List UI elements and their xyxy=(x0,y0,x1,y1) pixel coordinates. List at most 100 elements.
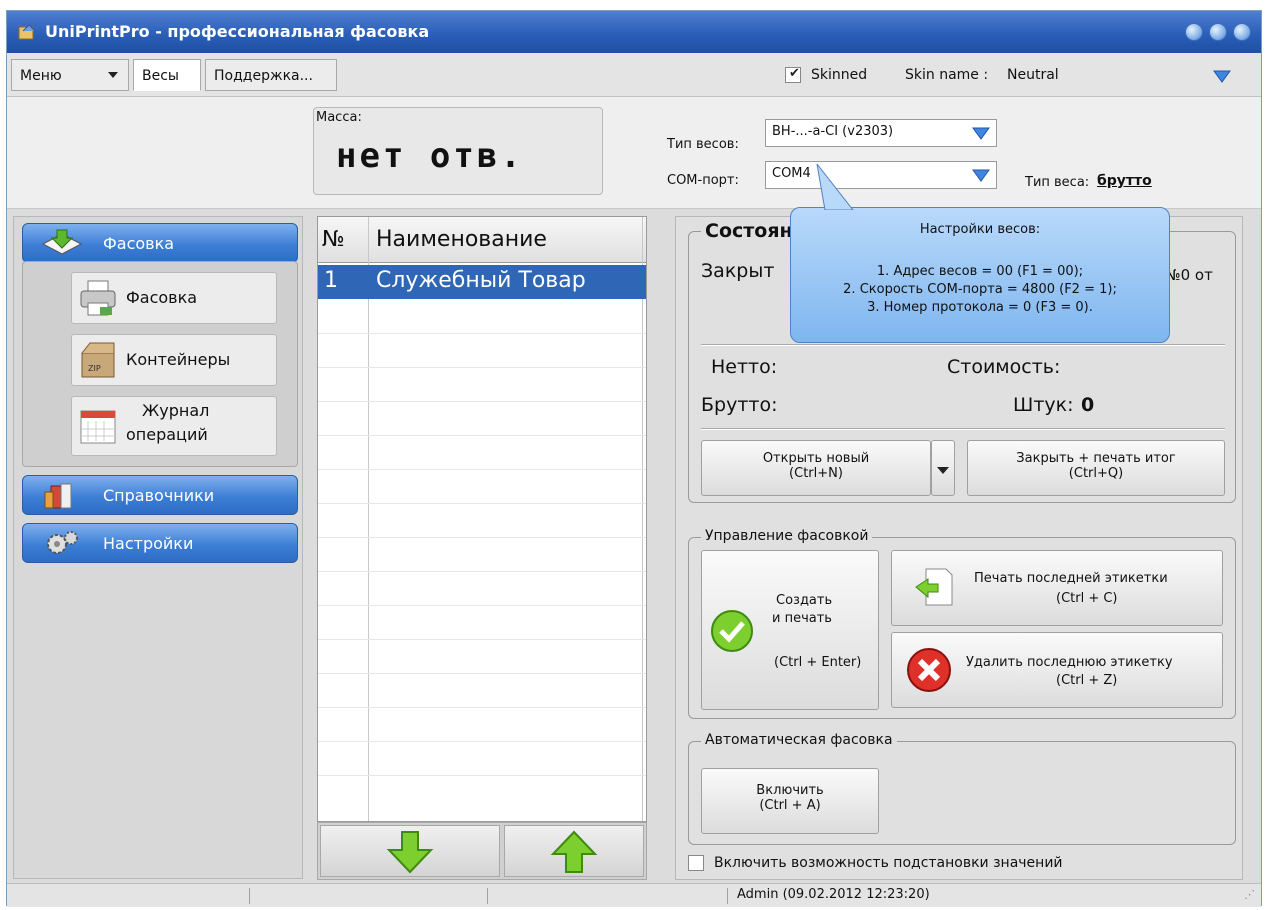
close-print-total-button[interactable]: Закрыть + печать итог (Ctrl+Q) xyxy=(967,440,1225,496)
tooltip-pointer xyxy=(816,164,854,210)
calendar-icon xyxy=(80,410,116,444)
grid-line xyxy=(318,469,646,470)
print-last-label-button[interactable]: Печать последней этикетки (Ctrl + C) xyxy=(891,550,1223,626)
column-separator xyxy=(642,217,643,821)
maximize-button[interactable] xyxy=(1209,23,1227,41)
gears-icon xyxy=(47,531,78,554)
row-name: Служебный Товар xyxy=(376,268,586,293)
nav-section-packing-label: Фасовка xyxy=(103,234,175,253)
scale-type-value: ВН-...-a-CI (v2303) xyxy=(772,124,894,139)
nav-item-containers-label: Контейнеры xyxy=(126,350,231,369)
list-move-bar xyxy=(317,822,647,880)
skinned-label: Skinned xyxy=(811,67,868,83)
cost-label: Стоимость: xyxy=(947,356,1061,378)
skin-name-value: Neutral xyxy=(1007,67,1059,83)
grid-line xyxy=(318,639,646,640)
svg-text:ZIP: ZIP xyxy=(88,364,101,373)
books-icon xyxy=(44,483,72,509)
scale-panel: Масса: нет отв. Тип весов: ВН-...-a-CI (… xyxy=(7,97,1261,209)
status-separator xyxy=(487,888,488,904)
close-print-line1: Закрыть + печать итог xyxy=(1016,451,1176,466)
container-status: Закрыт xyxy=(701,260,775,282)
tab-scales-label: Весы xyxy=(142,68,179,84)
column-header-number[interactable]: № xyxy=(322,227,345,252)
scale-type-label: Тип весов: xyxy=(667,137,739,152)
close-print-line2: (Ctrl+Q) xyxy=(1068,466,1124,481)
checkmark-icon: ✔ xyxy=(789,66,800,81)
com-port-select[interactable]: COM4 xyxy=(765,161,997,189)
open-new-dropdown-button[interactable] xyxy=(931,440,955,496)
nav-item-containers[interactable]: ZIP Контейнеры xyxy=(71,334,277,386)
window-title: UniPrintPro - профессиональная фасовка xyxy=(45,22,430,41)
create-and-print-button[interactable]: Создать и печать (Ctrl + Enter) xyxy=(701,550,879,710)
grid-line xyxy=(318,401,646,402)
nav-section-settings-label: Настройки xyxy=(103,534,194,553)
com-port-label: COM-порт: xyxy=(667,173,739,188)
open-new-line1: Открыть новый xyxy=(762,451,870,466)
move-down-button[interactable] xyxy=(320,825,500,877)
minimize-button[interactable] xyxy=(1185,23,1203,41)
grid-line xyxy=(318,333,646,334)
column-header-name[interactable]: Наименование xyxy=(376,227,547,252)
tooltip-line2: 2. Скорость COM-порта = 4800 (F2 = 1); xyxy=(843,282,1117,297)
main-window: UniPrintPro - профессиональная фасовка М… xyxy=(6,10,1262,907)
scale-type-select[interactable]: ВН-...-a-CI (v2303) xyxy=(765,119,997,147)
menu-label: Меню xyxy=(20,68,62,84)
menu-dropdown[interactable]: Меню xyxy=(11,59,129,91)
print-label-icon xyxy=(915,568,953,606)
mass-value: нет отв. xyxy=(336,136,524,176)
grid-line xyxy=(318,435,646,436)
check-circle-icon xyxy=(711,610,753,652)
netto-label: Нетто: xyxy=(711,356,778,378)
grid-line xyxy=(318,707,646,708)
container-box-icon: ZIP xyxy=(81,342,115,378)
com-port-value: COM4 xyxy=(772,166,811,181)
nav-item-journal-line2: операций xyxy=(126,425,208,444)
skin-dropdown-icon[interactable] xyxy=(1213,69,1231,83)
table-row[interactable]: 1 Служебный Товар xyxy=(318,265,646,299)
pieces-label: Штук: xyxy=(1013,394,1074,416)
tab-scales[interactable]: Весы xyxy=(133,59,201,91)
menu-tab-row: Меню Весы Поддержка... ✔ Skinned Skin na… xyxy=(7,53,1261,97)
weight-type-label: Тип веса: xyxy=(1025,175,1090,190)
chevron-down-icon xyxy=(937,467,949,474)
print-last-line1: Печать последней этикетки xyxy=(974,571,1168,586)
grid-line xyxy=(318,775,646,776)
title-bar[interactable]: UniPrintPro - профессиональная фасовка xyxy=(7,11,1261,53)
divider xyxy=(701,344,1225,346)
arrow-up-icon xyxy=(550,830,598,873)
weight-type-link[interactable]: брутто xyxy=(1097,173,1152,189)
brutto-label: Брутто: xyxy=(701,394,778,416)
nav-section-directories[interactable]: Справочники xyxy=(22,475,298,515)
tooltip-line1: 1. Адрес весов = 00 (F1 = 00); xyxy=(876,264,1084,279)
nav-item-packing-label: Фасовка xyxy=(126,288,198,307)
auto-packing-title: Автоматическая фасовка xyxy=(701,732,897,748)
skinned-checkbox[interactable]: ✔ xyxy=(785,66,801,83)
close-button[interactable] xyxy=(1233,23,1251,41)
product-list[interactable]: № Наименование 1 Служебный Товар xyxy=(317,216,647,822)
move-up-button[interactable] xyxy=(504,825,644,877)
grid-line xyxy=(318,673,646,674)
enable-line2: (Ctrl + A) xyxy=(759,798,821,813)
nav-section-settings[interactable]: Настройки xyxy=(22,523,298,563)
open-new-container-button[interactable]: Открыть новый (Ctrl+N) xyxy=(701,440,931,496)
delete-last-line1: Удалить последнюю этикетку xyxy=(966,655,1173,670)
status-bar: Admin (09.02.2012 12:23:20) ⋰ xyxy=(7,883,1261,907)
grid-line xyxy=(318,537,646,538)
mass-display: Масса: нет отв. xyxy=(313,107,603,195)
delete-last-line2: (Ctrl + Z) xyxy=(1056,673,1118,688)
packing-control-title: Управление фасовкой xyxy=(701,528,873,544)
substitution-checkbox[interactable] xyxy=(688,855,704,871)
app-icon xyxy=(18,24,36,40)
delete-last-label-button[interactable]: Удалить последнюю этикетку (Ctrl + Z) xyxy=(891,632,1223,708)
chevron-down-icon xyxy=(972,169,990,182)
nav-section-packing[interactable]: Фасовка xyxy=(22,223,298,263)
tab-support[interactable]: Поддержка... xyxy=(205,59,337,91)
nav-item-packing[interactable]: Фасовка xyxy=(71,272,277,324)
resize-grip-icon[interactable]: ⋰ xyxy=(1244,888,1255,901)
nav-item-journal[interactable]: Журнал операций xyxy=(71,396,277,456)
grid-line xyxy=(318,605,646,606)
left-navigation: Фасовка Фасовка ZIP Контейнеры Журнал оп… xyxy=(13,216,303,879)
enable-auto-packing-button[interactable]: Включить (Ctrl + A) xyxy=(701,768,879,834)
tooltip-title: Настройки весов: xyxy=(919,222,1041,237)
